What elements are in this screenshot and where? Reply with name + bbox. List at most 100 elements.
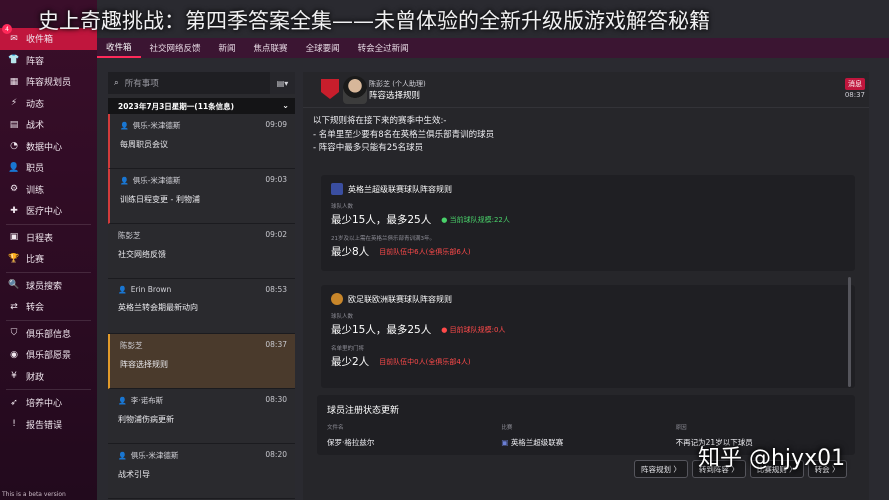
inbox-message-item[interactable]: 陈彭芝 09:02 社交网络反馈	[108, 224, 295, 279]
sender-name: Erin Brown	[130, 285, 172, 294]
sidebar-item-label: 俱乐部愿景	[26, 351, 72, 362]
tab-social-feedback[interactable]: 社交网络反馈	[141, 38, 210, 58]
shield-icon: ⛉	[10, 328, 18, 339]
premier-league-rules-card: 英格兰超级联赛球队阵容规则 球队人数 最少15人， 最多25人 ● 当前球队规模:2…	[321, 175, 855, 271]
message-rule: - 名单里至少要有8名在英格兰俱乐部青训的球员	[313, 129, 495, 140]
message-scrollbar[interactable]	[848, 277, 851, 387]
column-header: 比赛	[501, 425, 513, 431]
rule-value-row: 最少15人， 最多25人 ● 目前球队规模:0人	[331, 322, 845, 337]
message-time: 08:20	[265, 450, 287, 459]
message-time: 09:03	[265, 175, 287, 184]
sidebar-item-medical[interactable]: ✚ 医疗中心	[0, 200, 97, 222]
training-icon: ⚙	[9, 184, 19, 195]
rule-label: 球队人数	[331, 204, 354, 210]
club-crest-icon	[321, 79, 339, 99]
card-title-text[interactable]: 英格兰超级联赛球队阵容规则	[348, 184, 452, 195]
sidebar-item-label: 战术	[26, 121, 45, 132]
inbox-message-item[interactable]: 👤 俱乐-米津德斯 09:09 每周职员会议	[108, 114, 295, 169]
sidebar-item-club-info[interactable]: ⛉ 俱乐部信息	[0, 323, 97, 345]
card-title: 欧足联欧洲联赛球队阵容规则	[331, 293, 845, 305]
inbox-search[interactable]: ⌕ 所有事项	[108, 72, 295, 94]
sidebar-item-label: 培养中心	[26, 399, 63, 410]
inbox-message-item[interactable]: 👤 李·诺布斯 08:30 利物浦伤病更新	[108, 389, 295, 444]
inbox-message-item[interactable]: 👤 俱乐-米津德斯 09:03 训练日程变更 - 利物浦	[108, 169, 295, 224]
message-sender-name[interactable]: 陈彭芝 (个人助理)	[369, 79, 426, 89]
message-sender: 👤 李·诺布斯	[118, 395, 289, 406]
sidebar-item-squad[interactable]: 👕 阵容	[0, 50, 97, 72]
person-icon: 👤	[120, 176, 129, 185]
competition-name[interactable]: 英格兰超级联赛	[511, 438, 564, 447]
sidebar-item-squad-planner[interactable]: ▦ 阵容规划员	[0, 71, 97, 93]
inbox-message-item-selected[interactable]: 陈彭芝 08:37 阵容选择规则	[108, 334, 295, 389]
sidebar-item-schedule[interactable]: ▣ 日程表	[0, 227, 97, 249]
sidebar-item-competitions[interactable]: 🏆 比赛	[0, 248, 97, 270]
sidebar-item-label: 阵容规划员	[26, 78, 72, 89]
tab-world-news[interactable]: 全球要闻	[297, 38, 349, 58]
premier-league-badge-icon: ▣	[501, 438, 511, 447]
sidebar-divider	[6, 223, 91, 225]
sidebar-item-staff[interactable]: 👤 职员	[0, 157, 97, 179]
tab-transfer-news[interactable]: 转会全过新闻	[349, 38, 418, 58]
sidebar-item-report-bug[interactable]: ! 报告错误	[0, 414, 97, 436]
person-icon: 👤	[118, 285, 127, 294]
filter-menu-button[interactable]: ▤▾	[270, 72, 295, 94]
tab-news[interactable]: 新闻	[210, 38, 245, 58]
rule-value-row: 最少15人， 最多25人 ● 当前球队规模:22人	[331, 212, 845, 227]
message-sender: 陈彭芝	[118, 230, 289, 241]
person-icon: 👤	[120, 121, 129, 130]
message-subject: 阵容选择规则	[120, 360, 168, 369]
tab-focus-leagues[interactable]: 焦点联赛	[245, 38, 297, 58]
rule-max: 最多25人	[386, 214, 432, 226]
tab-inbox[interactable]: 收件箱	[97, 38, 141, 58]
sender-name: 俱乐-米津德斯	[130, 451, 179, 460]
inbox-list: ⌕ 所有事项 ▤▾ 2023年7月3日星期一(11条信息) ⌄ 👤 俱乐-米津德斯…	[108, 72, 295, 500]
sidebar-item-data-hub[interactable]: ◔ 数据中心	[0, 136, 97, 158]
message-sender: 👤 俱乐-米津德斯	[120, 175, 289, 186]
person-icon: 👤	[118, 396, 127, 405]
inbox-tab-bar: 收件箱 社交网络反馈 新闻 焦点联赛 全球要闻 转会全过新闻	[97, 38, 889, 58]
rule-min: 最少2人	[331, 356, 370, 368]
message-subject: 每周职员会议	[120, 140, 168, 149]
message-subject: 社交网络反馈	[118, 250, 166, 259]
rule-min: 最少15人，	[331, 214, 387, 226]
sender-name: 俱乐-米津德斯	[132, 121, 181, 130]
message-sender: 👤 俱乐-米津德斯	[118, 450, 289, 461]
inbox-message-item[interactable]: 👤 Erin Brown 08:53 英格兰转会期最新动向	[108, 279, 295, 334]
sidebar-item-dynamics[interactable]: ⚡ 动态	[0, 93, 97, 115]
inbox-message-item[interactable]: 👤 俱乐-米津德斯 08:20 战术引导	[108, 444, 295, 499]
player-name-link[interactable]: 保罗·格拉兹尔	[327, 437, 501, 448]
rule-min: 最少8人	[331, 246, 370, 258]
message-time: 08:37	[844, 91, 865, 99]
message-subject: 英格兰转会期最新动向	[118, 303, 198, 312]
sidebar-item-training[interactable]: ⚙ 训练	[0, 179, 97, 201]
sidebar-item-label: 职员	[26, 164, 45, 175]
registration-headers: 文件名 比赛 原因	[327, 423, 845, 431]
rule-status-warning: ● 目前球队规模:0人	[441, 325, 506, 334]
sidebar-item-tactics[interactable]: ▤ 战术	[0, 114, 97, 136]
shirt-icon: 👕	[8, 55, 20, 66]
sender-name: 陈彭芝	[120, 341, 143, 350]
sidebar-item-club-vision[interactable]: ◉ 俱乐部愿景	[0, 344, 97, 366]
column-header: 原因	[675, 425, 687, 431]
card-title-text[interactable]: 欧足联欧洲联赛球队阵容规则	[348, 294, 452, 305]
sidebar-item-transfers[interactable]: ⇄ 转会	[0, 296, 97, 318]
sidebar-item-label: 动态	[26, 99, 45, 110]
squad-planner-button[interactable]: 阵容规划 〉	[634, 460, 688, 478]
search-placeholder: 所有事项	[124, 79, 159, 89]
sidebar-item-label: 报告错误	[26, 420, 63, 431]
zhihu-watermark: 知乎 @hjyx01	[698, 446, 846, 471]
sidebar-item-development-centre[interactable]: ➶ 培养中心	[0, 392, 97, 414]
trophy-icon: 🏆	[8, 253, 20, 264]
avatar[interactable]	[343, 76, 367, 104]
chevron-down-icon: ⌄	[282, 101, 289, 110]
date-group-label: 2023年7月3日星期一(11条信息)	[118, 101, 235, 111]
sidebar-item-player-search[interactable]: 🔍 球员搜索	[0, 275, 97, 297]
sidebar-item-finances[interactable]: ¥ 财政	[0, 366, 97, 388]
message-subject: 战术引导	[118, 470, 150, 479]
sender-name: 俱乐-米津德斯	[132, 176, 181, 185]
column-header: 文件名	[327, 425, 344, 431]
search-icon: 🔍	[8, 280, 20, 291]
date-group-header[interactable]: 2023年7月3日星期一(11条信息) ⌄	[108, 98, 295, 114]
message-header: 陈彭芝 (个人助理) 阵容选择规则 消息 08:37	[303, 72, 869, 108]
rule-value-row: 最少2人 目前队伍中0人(全俱乐部4人)	[331, 354, 845, 369]
